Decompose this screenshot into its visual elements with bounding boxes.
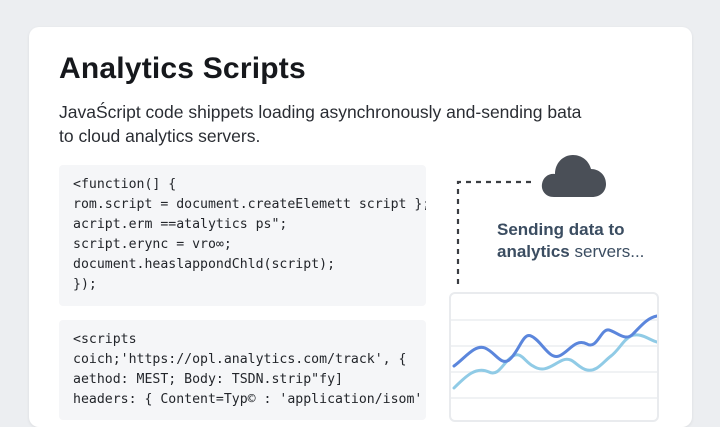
sending-label-suffix: servers... xyxy=(569,242,645,261)
analytics-chart-plot xyxy=(451,314,659,399)
subtitle-line-1: JavaŚcript code shippets loading asynchr… xyxy=(59,102,582,122)
code-line: headers: { Content=Typ© : 'application/i… xyxy=(73,392,426,407)
code-line: acript.erm ==atalytics ps"; xyxy=(73,217,288,232)
page-subtitle: JavaŚcript code shippets loading asynchr… xyxy=(59,100,619,148)
analytics-chart xyxy=(449,292,659,422)
cloud-icon xyxy=(541,155,606,197)
sending-label-line-1: Sending data to xyxy=(497,220,625,239)
chart-series-secondary xyxy=(452,333,659,390)
code-line: aethod: MEST; Body: TSDN.strip"fy] xyxy=(73,372,343,387)
code-block-snippet: <function(] { rom.script = document.crea… xyxy=(59,165,426,306)
code-line: script.erync = vro∞; xyxy=(73,237,232,252)
code-block-fetch: <scripts coich;'https://opl.analytics.co… xyxy=(59,320,426,420)
sending-data-label: Sending data to analytics servers... xyxy=(497,219,644,263)
page-title: Analytics Scripts xyxy=(59,52,306,85)
code-line: <function(] { xyxy=(73,177,177,192)
subtitle-line-2: to cloud analytics servers. xyxy=(59,126,261,146)
sending-label-emphasis: analytics xyxy=(497,242,570,261)
code-line: <scripts xyxy=(73,332,137,347)
code-line: }); xyxy=(73,277,97,292)
code-line: document.heaslappondChld(script); xyxy=(73,257,336,272)
code-line: coich;'https://opl.analytics.com/track',… xyxy=(73,352,407,367)
code-line: rom.script = document.createElemett scri… xyxy=(73,197,426,212)
